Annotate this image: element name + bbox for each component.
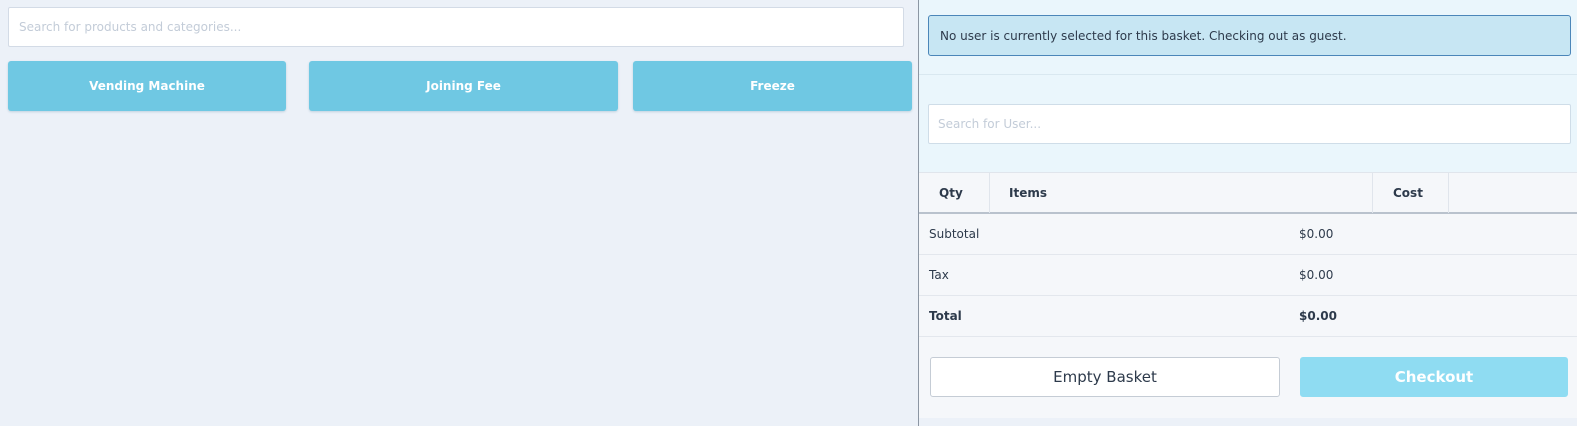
- divider: [919, 74, 1577, 75]
- empty-basket-button[interactable]: Empty Basket: [930, 357, 1280, 397]
- product-button-freeze[interactable]: Freeze: [633, 61, 912, 111]
- total-row: Total $0.00: [919, 296, 1577, 337]
- total-label: Total: [929, 309, 962, 323]
- basket-table-header: Qty Items Cost: [919, 172, 1577, 214]
- product-button-joining-fee[interactable]: Joining Fee: [309, 61, 618, 111]
- product-search-input[interactable]: [8, 7, 904, 47]
- pos-app: Vending Machine Joining Fee Freeze No us…: [0, 0, 1577, 426]
- guest-checkout-alert: No user is currently selected for this b…: [928, 15, 1571, 56]
- tax-value: $0.00: [1299, 268, 1334, 282]
- basket-panel: No user is currently selected for this b…: [918, 0, 1577, 426]
- basket-totals: Subtotal $0.00 Tax $0.00 Total $0.00: [919, 214, 1577, 337]
- bottom-strip: [919, 418, 1577, 426]
- tax-label: Tax: [929, 268, 949, 282]
- column-header-qty: Qty: [919, 173, 990, 213]
- product-button-grid: Vending Machine Joining Fee Freeze: [8, 61, 912, 111]
- subtotal-label: Subtotal: [929, 227, 980, 241]
- product-panel: Vending Machine Joining Fee Freeze: [0, 0, 918, 426]
- column-header-cost: Cost: [1373, 173, 1449, 213]
- column-header-items: Items: [990, 173, 1373, 213]
- checkout-button[interactable]: Checkout: [1300, 357, 1568, 397]
- user-search-input[interactable]: [928, 104, 1571, 144]
- user-selection-area: No user is currently selected for this b…: [919, 0, 1577, 172]
- subtotal-value: $0.00: [1299, 227, 1334, 241]
- total-value: $0.00: [1299, 309, 1337, 323]
- alert-text: No user is currently selected for this b…: [940, 28, 1347, 43]
- product-button-vending-machine[interactable]: Vending Machine: [8, 61, 286, 111]
- tax-row: Tax $0.00: [919, 255, 1577, 296]
- subtotal-row: Subtotal $0.00: [919, 214, 1577, 255]
